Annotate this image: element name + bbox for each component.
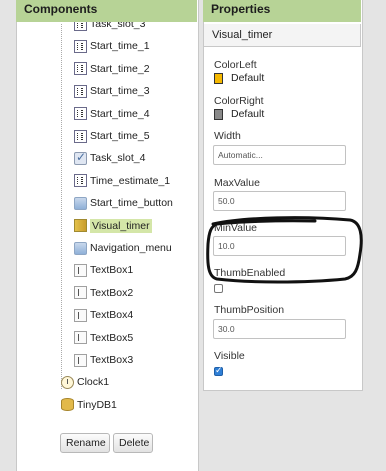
thumb-position-field[interactable]: 30.0 [213,319,346,339]
component-tree-item[interactable]: Navigation_menu [74,238,172,258]
textbox-icon [74,353,87,367]
component-tree-item[interactable]: TinyDB1 [61,395,117,415]
color-left-swatch[interactable] [214,73,223,84]
width-label: Width [214,130,241,142]
component-tree-item-label: Visual_timer [90,218,152,233]
color-left-value[interactable]: Default [231,72,264,84]
textbox-icon [74,308,87,322]
component-tree-item-label: Navigation_menu [90,242,172,254]
delete-button[interactable]: Delete [113,433,153,453]
button-icon [74,196,87,210]
component-tree-item-label: Start_time_button [90,197,173,210]
component-tree-item[interactable]: TextBox5 [74,328,133,348]
time-format-icon [74,129,87,143]
thumb-enabled-label: ThumbEnabled [214,267,286,279]
component-tree-item[interactable]: TextBox3 [74,350,133,370]
component-tree-item-label: Start_time_2 [90,62,150,75]
clock-icon [61,375,74,389]
checkbox-icon [74,150,87,165]
visible-label: Visible [214,350,245,362]
component-tree-item[interactable]: Visual_timer [74,216,152,236]
component-tree-item-label: Task_slot_4 [90,152,146,165]
component-tree-item[interactable]: Start_time_1 [74,36,150,56]
color-right-value[interactable]: Default [231,108,264,120]
component-tree-item-label: Clock1 [77,376,110,389]
component-tree-item-label: Start_time_1 [90,40,150,53]
component-tree-item[interactable]: Start_time_3 [74,81,150,101]
component-tree-item-label: TextBox1 [90,264,134,277]
component-tree-item-label: Start_time_5 [90,130,150,142]
time-format-icon [74,39,87,53]
color-right-swatch[interactable] [214,109,223,120]
component-tree-item[interactable]: Start_time_5 [74,126,150,146]
component-tree-item[interactable]: Start_time_4 [74,104,150,124]
textbox-icon [74,263,87,277]
component-tree-item-label: TextBox3 [90,354,134,366]
component-tree-item-label: Start_time_3 [90,85,150,98]
tree-connector [61,24,63,389]
color-left-label: ColorLeft [214,59,257,71]
rename-button[interactable]: Rename [60,433,110,453]
component-tree-item[interactable]: TextBox2 [74,283,133,303]
time-format-icon [74,107,87,121]
visible-checkbox[interactable] [214,365,223,376]
button-icon [74,241,87,255]
component-tree-item[interactable]: TextBox4 [74,305,133,325]
thumb-enabled-checkbox[interactable] [214,284,223,293]
max-value-field[interactable]: 50.0 [213,191,346,211]
component-tree-item[interactable]: TextBox1 [74,260,133,280]
component-tree-item-label: Start_time_4 [90,107,150,120]
component-tree-item[interactable]: Start_time_2 [74,59,150,79]
component-tree-item[interactable]: Task_slot_4 [74,148,145,168]
min-value-label: MinValue [214,222,257,234]
min-value-field[interactable]: 10.0 [213,236,346,256]
textbox-icon [74,331,87,345]
component-tree-item-label: TextBox2 [90,286,134,299]
time-format-icon [74,84,87,98]
slider-icon [74,219,87,233]
component-tree-item-label: TextBox5 [90,331,134,344]
component-tree-item[interactable]: Clock1 [61,372,109,392]
max-value-label: MaxValue [214,177,260,189]
components-panel: Task_slot_3 Start_time_1 Start_time_2 Start… [16,0,199,471]
time-format-icon [74,174,87,188]
component-tree-item-label: TextBox4 [90,309,134,322]
selected-component-name: Visual_timer [203,24,361,47]
database-icon [61,398,74,412]
width-field[interactable]: Automatic... [213,145,346,165]
components-header: Components [16,0,197,22]
time-format-icon [74,62,87,76]
component-tree-item-label: TinyDB1 [77,398,117,411]
textbox-icon [74,286,87,300]
component-tree-item[interactable]: Start_time_button [74,193,173,213]
thumb-position-label: ThumbPosition [214,304,285,316]
color-right-label: ColorRight [214,95,264,107]
component-tree-item-label: Time_estimate_1 [90,174,171,187]
component-tree-item[interactable]: Time_estimate_1 [74,171,170,191]
properties-header: Properties [203,0,361,22]
